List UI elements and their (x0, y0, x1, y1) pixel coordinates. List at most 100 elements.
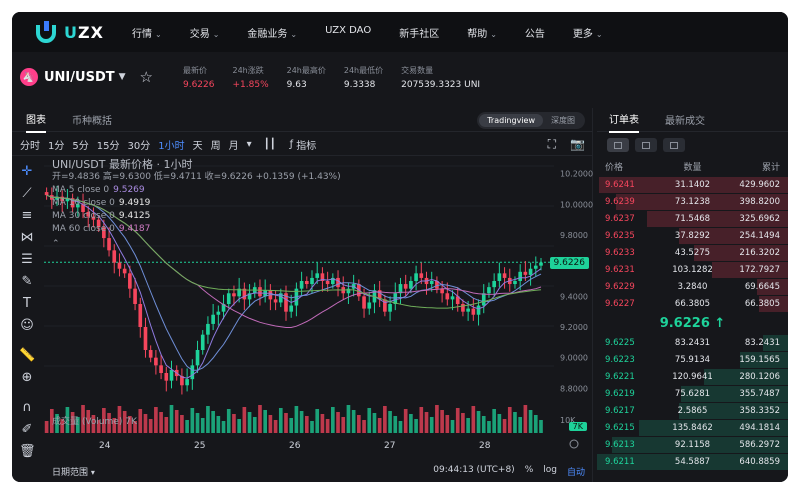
volume-bar (445, 415, 450, 433)
candle-body (336, 277, 340, 288)
nav-item-3[interactable]: UZX DAO (325, 25, 371, 40)
stat-label: 最新价 (182, 65, 207, 75)
nav-item-4[interactable]: 新手社区 (399, 25, 439, 40)
logo[interactable]: UZX (34, 21, 112, 43)
pattern-icon[interactable]: ⋈ (19, 230, 35, 246)
row-qty: 31.1402 (674, 180, 711, 190)
chart-type-chevron-icon[interactable]: ▾ (247, 139, 252, 150)
orderbook-row[interactable]: 9.6231 103.1282 172.7927 (597, 262, 788, 278)
candle-body (461, 304, 465, 312)
orderbook-row[interactable]: 9.6241 31.1402 429.9602 (597, 177, 788, 193)
brush-icon[interactable]: ✎ (19, 274, 35, 290)
interval-7[interactable]: 周 (211, 137, 221, 152)
pair-selector[interactable]: UNI/USDT (44, 70, 115, 85)
row-price: 9.6221 (605, 372, 635, 382)
row-total: 358.3352 (739, 406, 780, 416)
orderbook-row[interactable]: 9.6233 43.5275 216.3202 (597, 245, 788, 261)
camera-icon[interactable]: 📷 (570, 137, 585, 152)
ma-value: 9.5269 (113, 185, 145, 195)
candlestick-chart[interactable]: 10.2000 10.0000 9.8000 9.4000 9.2000 9.0000 8.… (44, 158, 593, 458)
tab-latest-trades[interactable]: 最新成交 (665, 107, 705, 132)
volume-bar (336, 412, 340, 433)
volume-bar (518, 417, 522, 433)
trash-icon[interactable]: 🗑 (19, 444, 36, 460)
nav-item-6[interactable]: 公告 (525, 25, 545, 40)
indicator-button[interactable]: 指标 (296, 137, 316, 152)
nav-item-0[interactable]: 行情 ⌄ (132, 25, 162, 40)
ruler-icon[interactable]: 📏 (19, 348, 35, 364)
magnet-icon[interactable]: ∩ (19, 400, 35, 416)
row-total: 494.1814 (739, 423, 780, 433)
interval-8[interactable]: 月 (229, 137, 239, 152)
interval-4[interactable]: 30分 (127, 137, 150, 152)
favorite-star-icon[interactable]: ☆ (140, 68, 153, 86)
indicator-icon[interactable]: ƒ (290, 139, 294, 150)
view-both-icon[interactable] (607, 138, 629, 152)
tab-orderbook[interactable]: 订单表 (609, 106, 639, 133)
orderbook-row[interactable]: 9.6237 71.5468 325.6962 (597, 211, 788, 227)
candle-body (476, 305, 481, 315)
crosshair-icon[interactable]: ✛ (19, 164, 35, 180)
orderbook-row[interactable]: 9.6225 83.2431 83.2431 (597, 335, 788, 351)
candle-body (169, 369, 174, 381)
chart-mode-toggle: Tradingview 深度图 (477, 112, 585, 129)
zoom-icon[interactable]: ⊕ (19, 370, 35, 386)
orderbook-row[interactable]: 9.6227 66.3805 66.3805 (597, 296, 788, 312)
orderbook-row[interactable]: 9.6223 75.9134 159.1565 (597, 352, 788, 368)
price-tick: 9.0000 (560, 354, 588, 363)
text-icon[interactable]: T (19, 296, 35, 312)
tab-overview[interactable]: 币种概括 (72, 107, 112, 132)
orderbook-row[interactable]: 9.6221 120.9641 280.1206 (597, 369, 788, 385)
price-tick: 10.2000 (560, 170, 593, 179)
tab-chart[interactable]: 图表 (26, 106, 46, 133)
fullscreen-icon[interactable]: ⛶ (548, 137, 556, 152)
collapse-legend-button[interactable]: ⌃ (52, 238, 341, 251)
nav-item-label: 帮助 (467, 28, 488, 40)
nav-item-5[interactable]: 帮助 ⌄ (467, 25, 497, 40)
interval-2[interactable]: 5分 (72, 137, 88, 152)
row-total: 640.8859 (739, 457, 780, 467)
volume-bar (44, 421, 49, 433)
tradingview-option[interactable]: Tradingview (479, 114, 543, 127)
orderbook-row[interactable]: 9.6217 2.5865 358.3352 (597, 403, 788, 419)
orderbook-row[interactable]: 9.6215 135.8462 494.1814 (597, 420, 788, 436)
candle-body (450, 296, 455, 300)
view-asks-icon[interactable] (663, 138, 685, 152)
orderbook-row[interactable]: 9.6219 75.6281 355.7487 (597, 386, 788, 402)
interval-0[interactable]: 分时 (20, 137, 40, 152)
date-range-button[interactable]: 日期范围 ▾ (52, 465, 95, 478)
orderbook-row[interactable]: 9.6229 3.2840 69.6645 (597, 279, 788, 295)
volume-bar (278, 408, 283, 433)
interval-6[interactable]: 天 (193, 137, 203, 152)
ma-label: MA 10 close 0 (52, 198, 115, 208)
row-total: 66.3805 (744, 299, 780, 309)
depth-chart-option[interactable]: 深度图 (543, 113, 583, 128)
log-scale-button[interactable]: log (543, 465, 557, 478)
view-bids-icon[interactable] (635, 138, 657, 152)
candle-body (409, 281, 413, 289)
interval-3[interactable]: 15分 (97, 137, 120, 152)
emoji-icon[interactable]: ☺ (19, 318, 35, 334)
chevron-down-icon[interactable]: ▼ (119, 72, 126, 82)
orderbook-row[interactable]: 9.6211 54.5887 640.8859 (597, 454, 788, 470)
lock-draw-icon[interactable]: ✐ (19, 422, 35, 438)
interval-1[interactable]: 1分 (48, 137, 64, 152)
trendline-icon[interactable]: ⟋ (19, 186, 35, 202)
candle-style-icon[interactable]: ┃┃ (264, 139, 276, 150)
nav-item-7[interactable]: 更多 ⌄ (573, 25, 603, 40)
nav-item-2[interactable]: 金融业务 ⌄ (247, 25, 297, 40)
percent-scale-button[interactable]: % (525, 465, 534, 478)
orderbook-row[interactable]: 9.6213 92.1158 586.2972 (597, 437, 788, 453)
header-qty: 数量 (683, 163, 702, 173)
candle-body (138, 304, 143, 327)
price-tick: 9.8000 (560, 231, 588, 240)
nav-item-1[interactable]: 交易 ⌄ (190, 25, 220, 40)
fib-icon[interactable]: ☰ (19, 252, 35, 268)
orderbook-row[interactable]: 9.6235 37.8292 254.1494 (597, 228, 788, 244)
logo-text-a: U (64, 22, 78, 42)
header-price: 价格 (605, 163, 624, 173)
auto-scale-button[interactable]: 自动 (567, 465, 585, 478)
orderbook-row[interactable]: 9.6239 73.1238 398.8200 (597, 194, 788, 210)
channel-icon[interactable]: ≡ (19, 208, 35, 224)
interval-5[interactable]: 1小时 (158, 137, 184, 152)
